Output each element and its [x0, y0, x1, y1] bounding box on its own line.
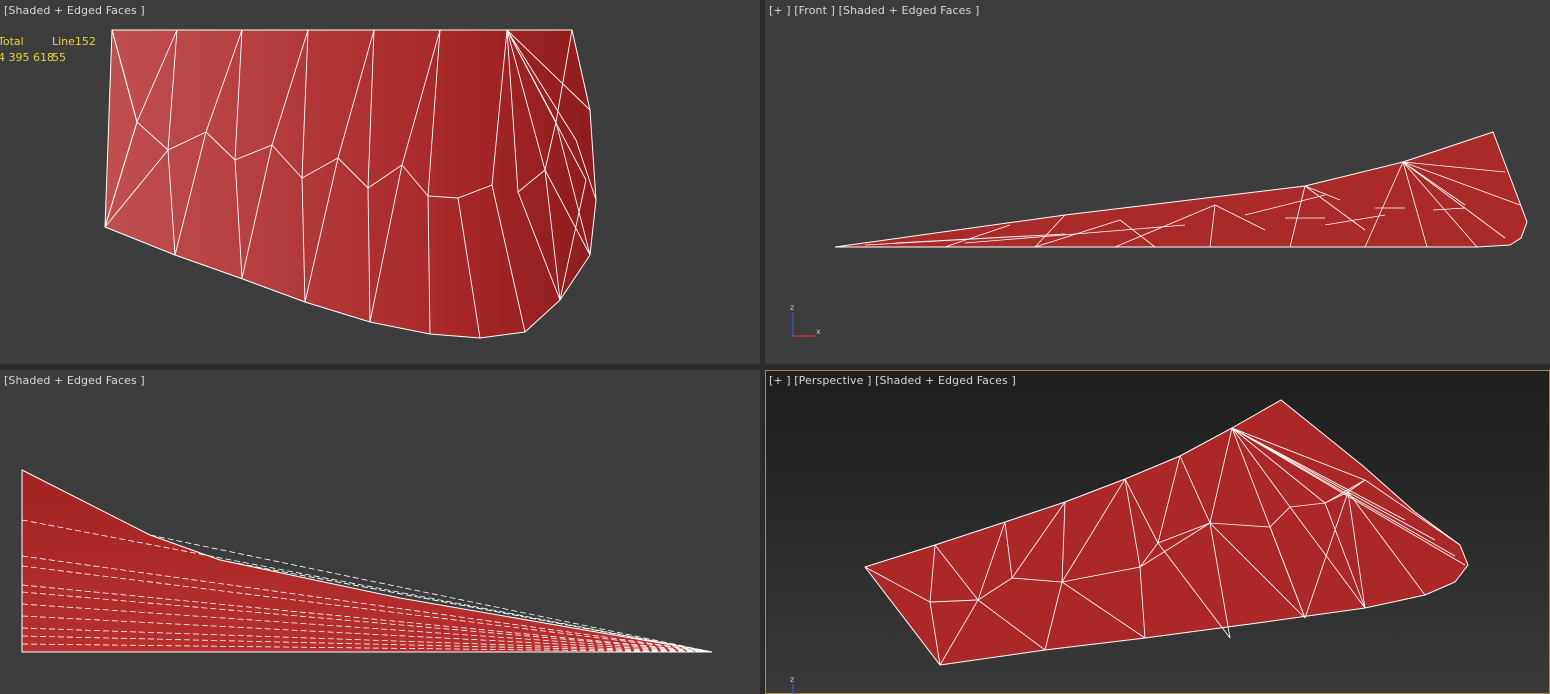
mesh-left-view[interactable] — [0, 370, 760, 694]
viewport-perspective-label[interactable]: [+ ] [Perspective ] [Shaded + Edged Face… — [769, 374, 1016, 387]
viewport-left[interactable]: [Shaded + Edged Faces ] — [0, 370, 760, 694]
viewport-front[interactable]: [+ ] [Front ] [Shaded + Edged Faces ] z … — [765, 0, 1550, 364]
axis-z-label-perspective: z — [790, 675, 794, 684]
mesh-top-view[interactable] — [0, 0, 760, 364]
axis-tripod-front: z x — [790, 303, 821, 337]
viewport-front-label[interactable]: [+ ] [Front ] [Shaded + Edged Faces ] — [769, 4, 979, 17]
viewport-top[interactable]: [Shaded + Edged Faces ] Total Line152 4 … — [0, 0, 760, 364]
stats-total-header: Total — [0, 35, 24, 48]
stats-object-header: Line152 — [52, 35, 96, 48]
viewport-top-label[interactable]: [Shaded + Edged Faces ] — [4, 4, 145, 17]
stats-total-value: 4 395 618 — [0, 51, 54, 64]
mesh-front-view[interactable] — [765, 0, 1550, 364]
axis-z-label: z — [790, 303, 794, 312]
viewport-perspective[interactable]: [+ ] [Perspective ] [Shaded + Edged Face… — [765, 370, 1550, 694]
axis-tripod-perspective: z — [790, 675, 794, 694]
mesh-perspective-view[interactable] — [765, 370, 1550, 694]
axis-x-label: x — [816, 327, 821, 336]
stats-object-value: 55 — [52, 51, 66, 64]
viewport-left-label[interactable]: [Shaded + Edged Faces ] — [4, 374, 145, 387]
